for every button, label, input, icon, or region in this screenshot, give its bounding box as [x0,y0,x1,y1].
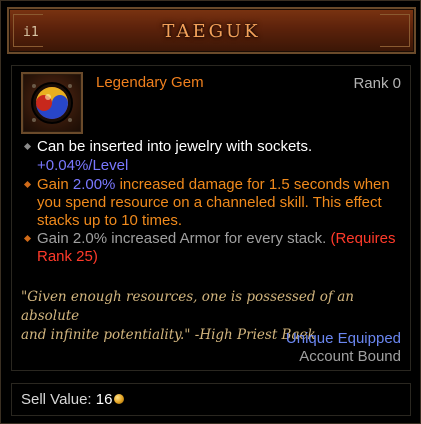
sell-value: Sell Value: 16 [21,391,112,408]
gem-rank: Rank 0 [353,75,401,92]
effect2-text: Gain 2.0% increased Armor for every stac… [37,230,327,247]
flavor-line1: "Given enough resources, one is possesse… [21,289,354,324]
item-type: Legendary Gem [96,74,204,91]
tooltip-header: i1 TAEGUK [7,7,416,54]
effect1-value: 2.00% [72,176,116,193]
unique-equipped: Unique Equipped [285,330,401,347]
effect2-requires: (Requires [330,230,396,247]
effect1-prefix: Gain [37,176,73,193]
sell-label: Sell Value: [21,391,96,408]
taeguk-gem-icon [31,82,73,124]
effect2-line2: Rank 25) [37,248,98,265]
effect1-line3: stacks up to 10 times. [37,212,183,229]
effect2-line1: Gain 2.0% increased Armor for every stac… [37,230,396,248]
per-level-bonus: +0.04%/Level [37,157,129,174]
item-tooltip: i1 TAEGUK Legendary Gem Rank 0 Can be in… [0,0,421,424]
effect1-line1: Gain 2.00% increased damage for 1.5 seco… [37,176,390,194]
gem-slot [21,72,83,134]
gold-coin-icon [114,394,124,404]
effect1-rest: increased damage for 1.5 seconds when [115,176,390,193]
sell-amount: 16 [95,391,113,408]
account-bound: Account Bound [299,348,401,365]
socket-text: Can be inserted into jewelry with socket… [37,138,313,155]
effect1-line2: you spend resource on a channeled skill.… [37,194,382,211]
item-title: TAEGUK [162,21,261,42]
